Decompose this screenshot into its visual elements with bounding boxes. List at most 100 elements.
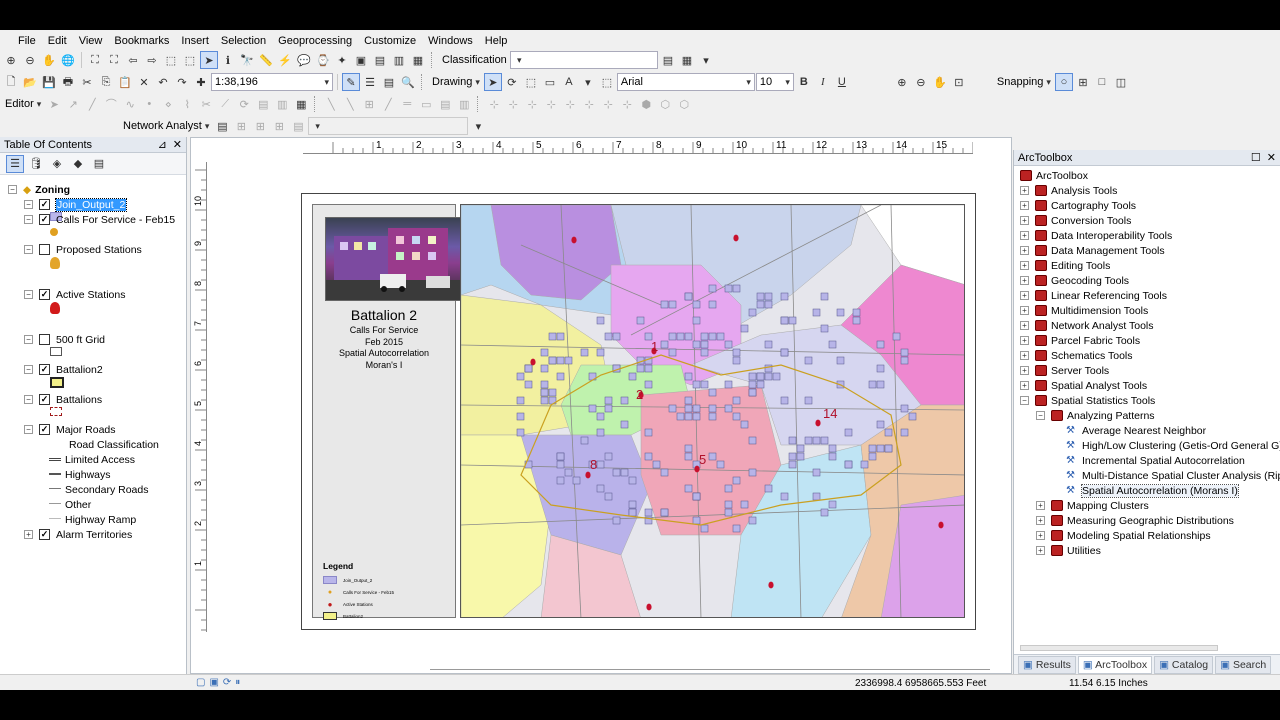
- layer-group-zoning[interactable]: − ◆ Zoning: [8, 182, 70, 197]
- toolset-geocoding-tools[interactable]: + Geocoding Tools: [1020, 273, 1129, 288]
- expand-collapse-icon[interactable]: −: [24, 335, 33, 344]
- list-by-selection-icon[interactable]: ◆: [69, 155, 87, 173]
- layer-alarm-territories[interactable]: + ✓ Alarm Territories: [24, 527, 132, 542]
- create-features-icon[interactable]: ▦: [292, 95, 310, 113]
- topology-8-icon[interactable]: ⊹: [618, 95, 636, 113]
- layout-zoom-out-icon[interactable]: ⊖: [912, 73, 930, 91]
- select-elements-icon[interactable]: ➤: [200, 51, 218, 69]
- expand-collapse-icon[interactable]: +: [1020, 201, 1029, 210]
- save-icon[interactable]: 💾: [40, 73, 58, 91]
- toolset-analysis-tools[interactable]: + Analysis Tools: [1020, 183, 1117, 198]
- layer-visibility-checkbox[interactable]: ✓: [39, 214, 50, 225]
- toolset-multidimension-tools[interactable]: + Multidimension Tools: [1020, 303, 1148, 318]
- expand-collapse-icon[interactable]: +: [1020, 366, 1029, 375]
- menu-file[interactable]: File: [12, 31, 42, 51]
- expand-collapse-icon[interactable]: −: [24, 290, 33, 299]
- rectangle-icon[interactable]: ▭: [541, 73, 559, 91]
- layer-proposed-stations[interactable]: − Proposed Stations: [24, 242, 142, 257]
- expand-collapse-icon[interactable]: +: [1020, 261, 1029, 270]
- network-dataset-combo[interactable]: [308, 117, 469, 135]
- editor-menu[interactable]: Editor: [2, 98, 44, 110]
- clear-selection-icon[interactable]: ⬚: [181, 51, 199, 69]
- toolbox-root[interactable]: ArcToolbox: [1020, 168, 1088, 183]
- expand-collapse-icon[interactable]: +: [1036, 531, 1045, 540]
- expand-collapse-icon[interactable]: +: [1020, 291, 1029, 300]
- data-view-icon[interactable]: ▢: [196, 677, 205, 688]
- expand-collapse-icon[interactable]: +: [1020, 186, 1029, 195]
- layer-calls-for-service-feb15[interactable]: − ✓ Calls For Service - Feb15: [24, 212, 175, 227]
- attributes-icon[interactable]: ▤: [254, 95, 272, 113]
- layer-join-output-2[interactable]: − ✓ Join_Output_2: [24, 197, 128, 212]
- topology-7-icon[interactable]: ⊹: [599, 95, 617, 113]
- bold-button[interactable]: B: [795, 73, 813, 91]
- search-window-icon[interactable]: 🔍: [399, 73, 417, 91]
- layer-visibility-checkbox[interactable]: ✓: [39, 529, 50, 540]
- menu-geoprocessing[interactable]: Geoprocessing: [272, 31, 358, 51]
- forward-extent-icon[interactable]: ⇨: [143, 51, 161, 69]
- select-elements-draw-icon[interactable]: ➤: [483, 73, 502, 91]
- editor-toolbar-icon[interactable]: ✎: [342, 73, 360, 91]
- flicker-icon[interactable]: ▦: [409, 51, 427, 69]
- expand-collapse-icon[interactable]: +: [1020, 216, 1029, 225]
- topology-6-icon[interactable]: ⊹: [580, 95, 598, 113]
- toolset-subset[interactable]: + Measuring Geographic Distributions: [1036, 513, 1234, 528]
- sketch-properties-icon[interactable]: ▥: [273, 95, 291, 113]
- directions-icon[interactable]: ▤: [289, 117, 307, 135]
- toc-options-icon[interactable]: ▤: [90, 155, 108, 173]
- pan-icon[interactable]: ✋: [40, 51, 58, 69]
- measure-icon[interactable]: 📏: [257, 51, 275, 69]
- text-icon[interactable]: A: [560, 73, 578, 91]
- expand-collapse-icon[interactable]: −: [24, 365, 33, 374]
- layout-zoom-in-icon[interactable]: ⊕: [893, 73, 911, 91]
- toolset-conversion-tools[interactable]: + Conversion Tools: [1020, 213, 1131, 228]
- edge-snapping-icon[interactable]: ◫: [1112, 73, 1130, 91]
- list-by-visibility-icon[interactable]: ◈: [48, 155, 66, 173]
- toolset-schematics-tools[interactable]: + Schematics Tools: [1020, 348, 1133, 363]
- toolset-subset[interactable]: + Mapping Clusters: [1036, 498, 1149, 513]
- toolset-spatial-analyst-tools[interactable]: + Spatial Analyst Tools: [1020, 378, 1147, 393]
- menu-insert[interactable]: Insert: [175, 31, 215, 51]
- expand-collapse-icon[interactable]: −: [8, 185, 17, 194]
- menu-view[interactable]: View: [73, 31, 109, 51]
- new-document-icon[interactable]: 🗋: [2, 73, 20, 91]
- solve-icon[interactable]: ⊞: [270, 117, 288, 135]
- expand-collapse-icon[interactable]: +: [1020, 231, 1029, 240]
- layer-visibility-checkbox[interactable]: ✓: [39, 289, 50, 300]
- topology-3-icon[interactable]: ⊹: [523, 95, 541, 113]
- georef-5-icon[interactable]: ═: [398, 95, 416, 113]
- expand-collapse-icon[interactable]: −: [24, 215, 33, 224]
- tab-arctoolbox[interactable]: ▣ ArcToolbox: [1077, 655, 1153, 674]
- layer-visibility-checkbox[interactable]: [39, 334, 50, 345]
- topology-9-icon[interactable]: ⬢: [637, 95, 655, 113]
- topology-5-icon[interactable]: ⊹: [561, 95, 579, 113]
- toolset-spatial-statistics-tools[interactable]: − Spatial Statistics Tools: [1020, 393, 1155, 408]
- paste-icon[interactable]: 📋: [116, 73, 134, 91]
- back-extent-icon[interactable]: ⇦: [124, 51, 142, 69]
- expand-collapse-icon[interactable]: +: [1020, 246, 1029, 255]
- underline-button[interactable]: U: [833, 73, 851, 91]
- expand-collapse-icon[interactable]: +: [1036, 546, 1045, 555]
- fill-color-icon[interactable]: ⬚: [598, 73, 616, 91]
- hyperlink-icon[interactable]: ⚡: [276, 51, 294, 69]
- select-network-location-icon[interactable]: ⊞: [251, 117, 269, 135]
- fixed-zoom-out-icon[interactable]: ⛶: [105, 51, 123, 69]
- layer-major-roads[interactable]: − ✓ Major Roads: [24, 422, 116, 437]
- text-dropdown-icon[interactable]: ▾: [579, 73, 597, 91]
- straight-segment-icon[interactable]: ╱: [83, 95, 101, 113]
- expand-collapse-icon[interactable]: −: [24, 395, 33, 404]
- toolset-server-tools[interactable]: + Server Tools: [1020, 363, 1109, 378]
- create-viewer-icon[interactable]: ▣: [352, 51, 370, 69]
- layer-500-ft-grid[interactable]: − 500 ft Grid: [24, 332, 105, 347]
- topology-11-icon[interactable]: ⬡: [675, 95, 693, 113]
- topology-1-icon[interactable]: ⊹: [485, 95, 503, 113]
- classification-table-icon[interactable]: ▤: [659, 51, 677, 69]
- redo-icon[interactable]: ↷: [173, 73, 191, 91]
- point-icon[interactable]: •: [140, 95, 158, 113]
- cut-polygons-icon[interactable]: ✂: [197, 95, 215, 113]
- close-icon[interactable]: ✕: [173, 138, 182, 151]
- pause-drawing-icon[interactable]: ⏸: [235, 677, 240, 688]
- end-point-arc-icon[interactable]: ⌒: [102, 95, 120, 113]
- tool-item[interactable]: ⚒ High/Low Clustering (Getis-Ord General …: [1066, 438, 1280, 453]
- georef-1-icon[interactable]: ╲: [322, 95, 340, 113]
- zoom-in-icon[interactable]: ⊕: [2, 51, 20, 69]
